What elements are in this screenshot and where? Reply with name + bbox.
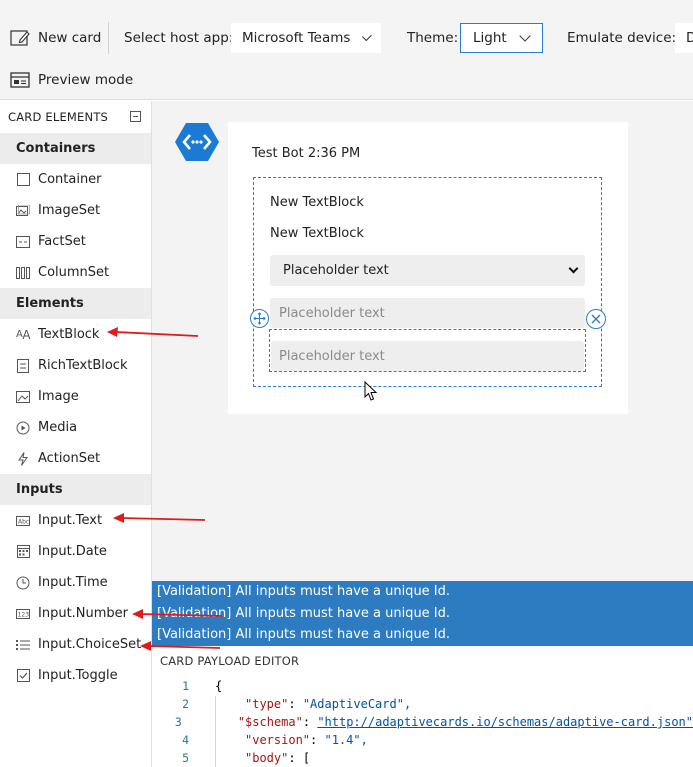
annotation-arrow-input-number (132, 609, 223, 619)
annotation-arrow-input-choiceset (140, 641, 221, 651)
annotation-arrow-input-text (113, 513, 206, 523)
annotation-arrows (107, 327, 223, 651)
annotation-arrow-textblock (107, 327, 199, 337)
